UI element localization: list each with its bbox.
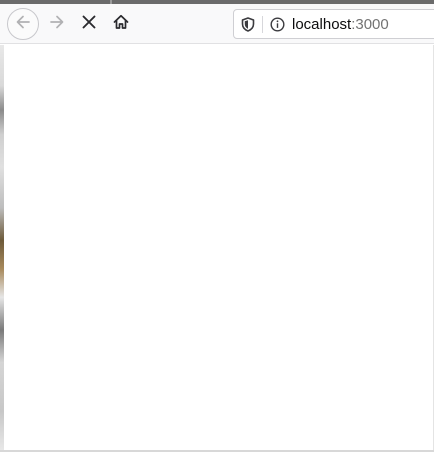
url-host: localhost xyxy=(292,16,352,33)
page-content xyxy=(4,45,433,450)
info-icon[interactable] xyxy=(269,16,285,32)
shield-icon[interactable] xyxy=(240,16,256,32)
navigation-toolbar: localhost:3000 xyxy=(0,4,434,44)
arrow-right-icon xyxy=(48,13,66,36)
home-icon xyxy=(112,13,130,36)
forward-button[interactable] xyxy=(41,8,73,40)
address-bar[interactable]: localhost:3000 xyxy=(233,9,434,39)
stop-button[interactable] xyxy=(73,8,105,40)
url-port: :3000 xyxy=(351,16,389,33)
browser-window: localhost:3000 xyxy=(0,0,434,452)
url-text: localhost:3000 xyxy=(292,16,389,33)
back-button[interactable] xyxy=(7,8,39,40)
urlbar-divider xyxy=(262,16,263,33)
arrow-left-icon xyxy=(14,13,32,36)
home-button[interactable] xyxy=(105,8,137,40)
close-icon xyxy=(80,13,98,36)
